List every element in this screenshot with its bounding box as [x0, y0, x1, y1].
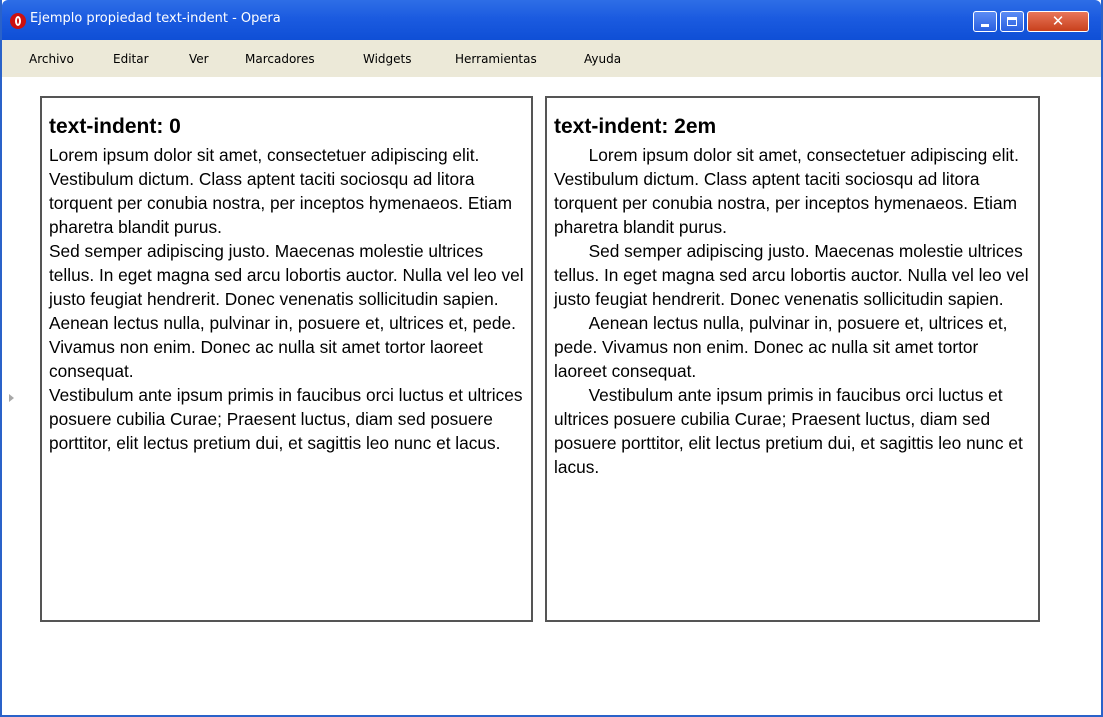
- browser-window: Ejemplo propiedad text-indent - Opera ✕ …: [0, 0, 1103, 717]
- box-heading: text-indent: 0: [49, 115, 181, 138]
- opera-logo-icon: [10, 13, 26, 29]
- menu-ver[interactable]: Ver: [189, 52, 209, 66]
- box-paragraph: Vestibulum ante ipsum primis in faucibus…: [554, 385, 1023, 477]
- close-button[interactable]: ✕: [1027, 11, 1089, 32]
- maximize-button[interactable]: [1000, 11, 1024, 32]
- box-paragraph: Aenean lectus nulla, pulvinar in, posuer…: [49, 313, 516, 381]
- menu-ayuda[interactable]: Ayuda: [584, 52, 621, 66]
- box-paragraph: Vestibulum ante ipsum primis in faucibus…: [49, 385, 523, 453]
- minimize-icon: [981, 24, 989, 27]
- menu-herramientas[interactable]: Herramientas: [455, 52, 537, 66]
- box-paragraph: Aenean lectus nulla, pulvinar in, posuer…: [554, 313, 1008, 381]
- text-indent-0-box: text-indent: 0 Lorem ipsum dolor sit ame…: [40, 96, 533, 622]
- window-title: Ejemplo propiedad text-indent - Opera: [30, 11, 281, 26]
- page-content: text-indent: 0 Lorem ipsum dolor sit ame…: [2, 77, 1101, 715]
- menu-editar[interactable]: Editar: [113, 52, 149, 66]
- text-indent-2em-box: text-indent: 2em Lorem ipsum dolor sit a…: [545, 96, 1040, 622]
- panel-toggle-arrow-icon[interactable]: [9, 394, 14, 402]
- menu-bar: Archivo Editar Ver Marcadores Widgets He…: [2, 40, 1101, 77]
- box-paragraph: Lorem ipsum dolor sit amet, consectetuer…: [554, 145, 1019, 237]
- box-heading: text-indent: 2em: [554, 115, 717, 138]
- minimize-button[interactable]: [973, 11, 997, 32]
- maximize-icon: [1007, 17, 1017, 26]
- menu-marcadores[interactable]: Marcadores: [245, 52, 315, 66]
- menu-archivo[interactable]: Archivo: [29, 52, 74, 66]
- box-paragraph: Sed semper adipiscing justo. Maecenas mo…: [49, 241, 524, 309]
- close-icon: ✕: [1051, 12, 1065, 30]
- title-bar[interactable]: Ejemplo propiedad text-indent - Opera ✕: [2, 0, 1101, 40]
- box-paragraph: Sed semper adipiscing justo. Maecenas mo…: [554, 241, 1029, 309]
- menu-widgets[interactable]: Widgets: [363, 52, 412, 66]
- box-paragraph: Lorem ipsum dolor sit amet, consectetuer…: [49, 145, 513, 237]
